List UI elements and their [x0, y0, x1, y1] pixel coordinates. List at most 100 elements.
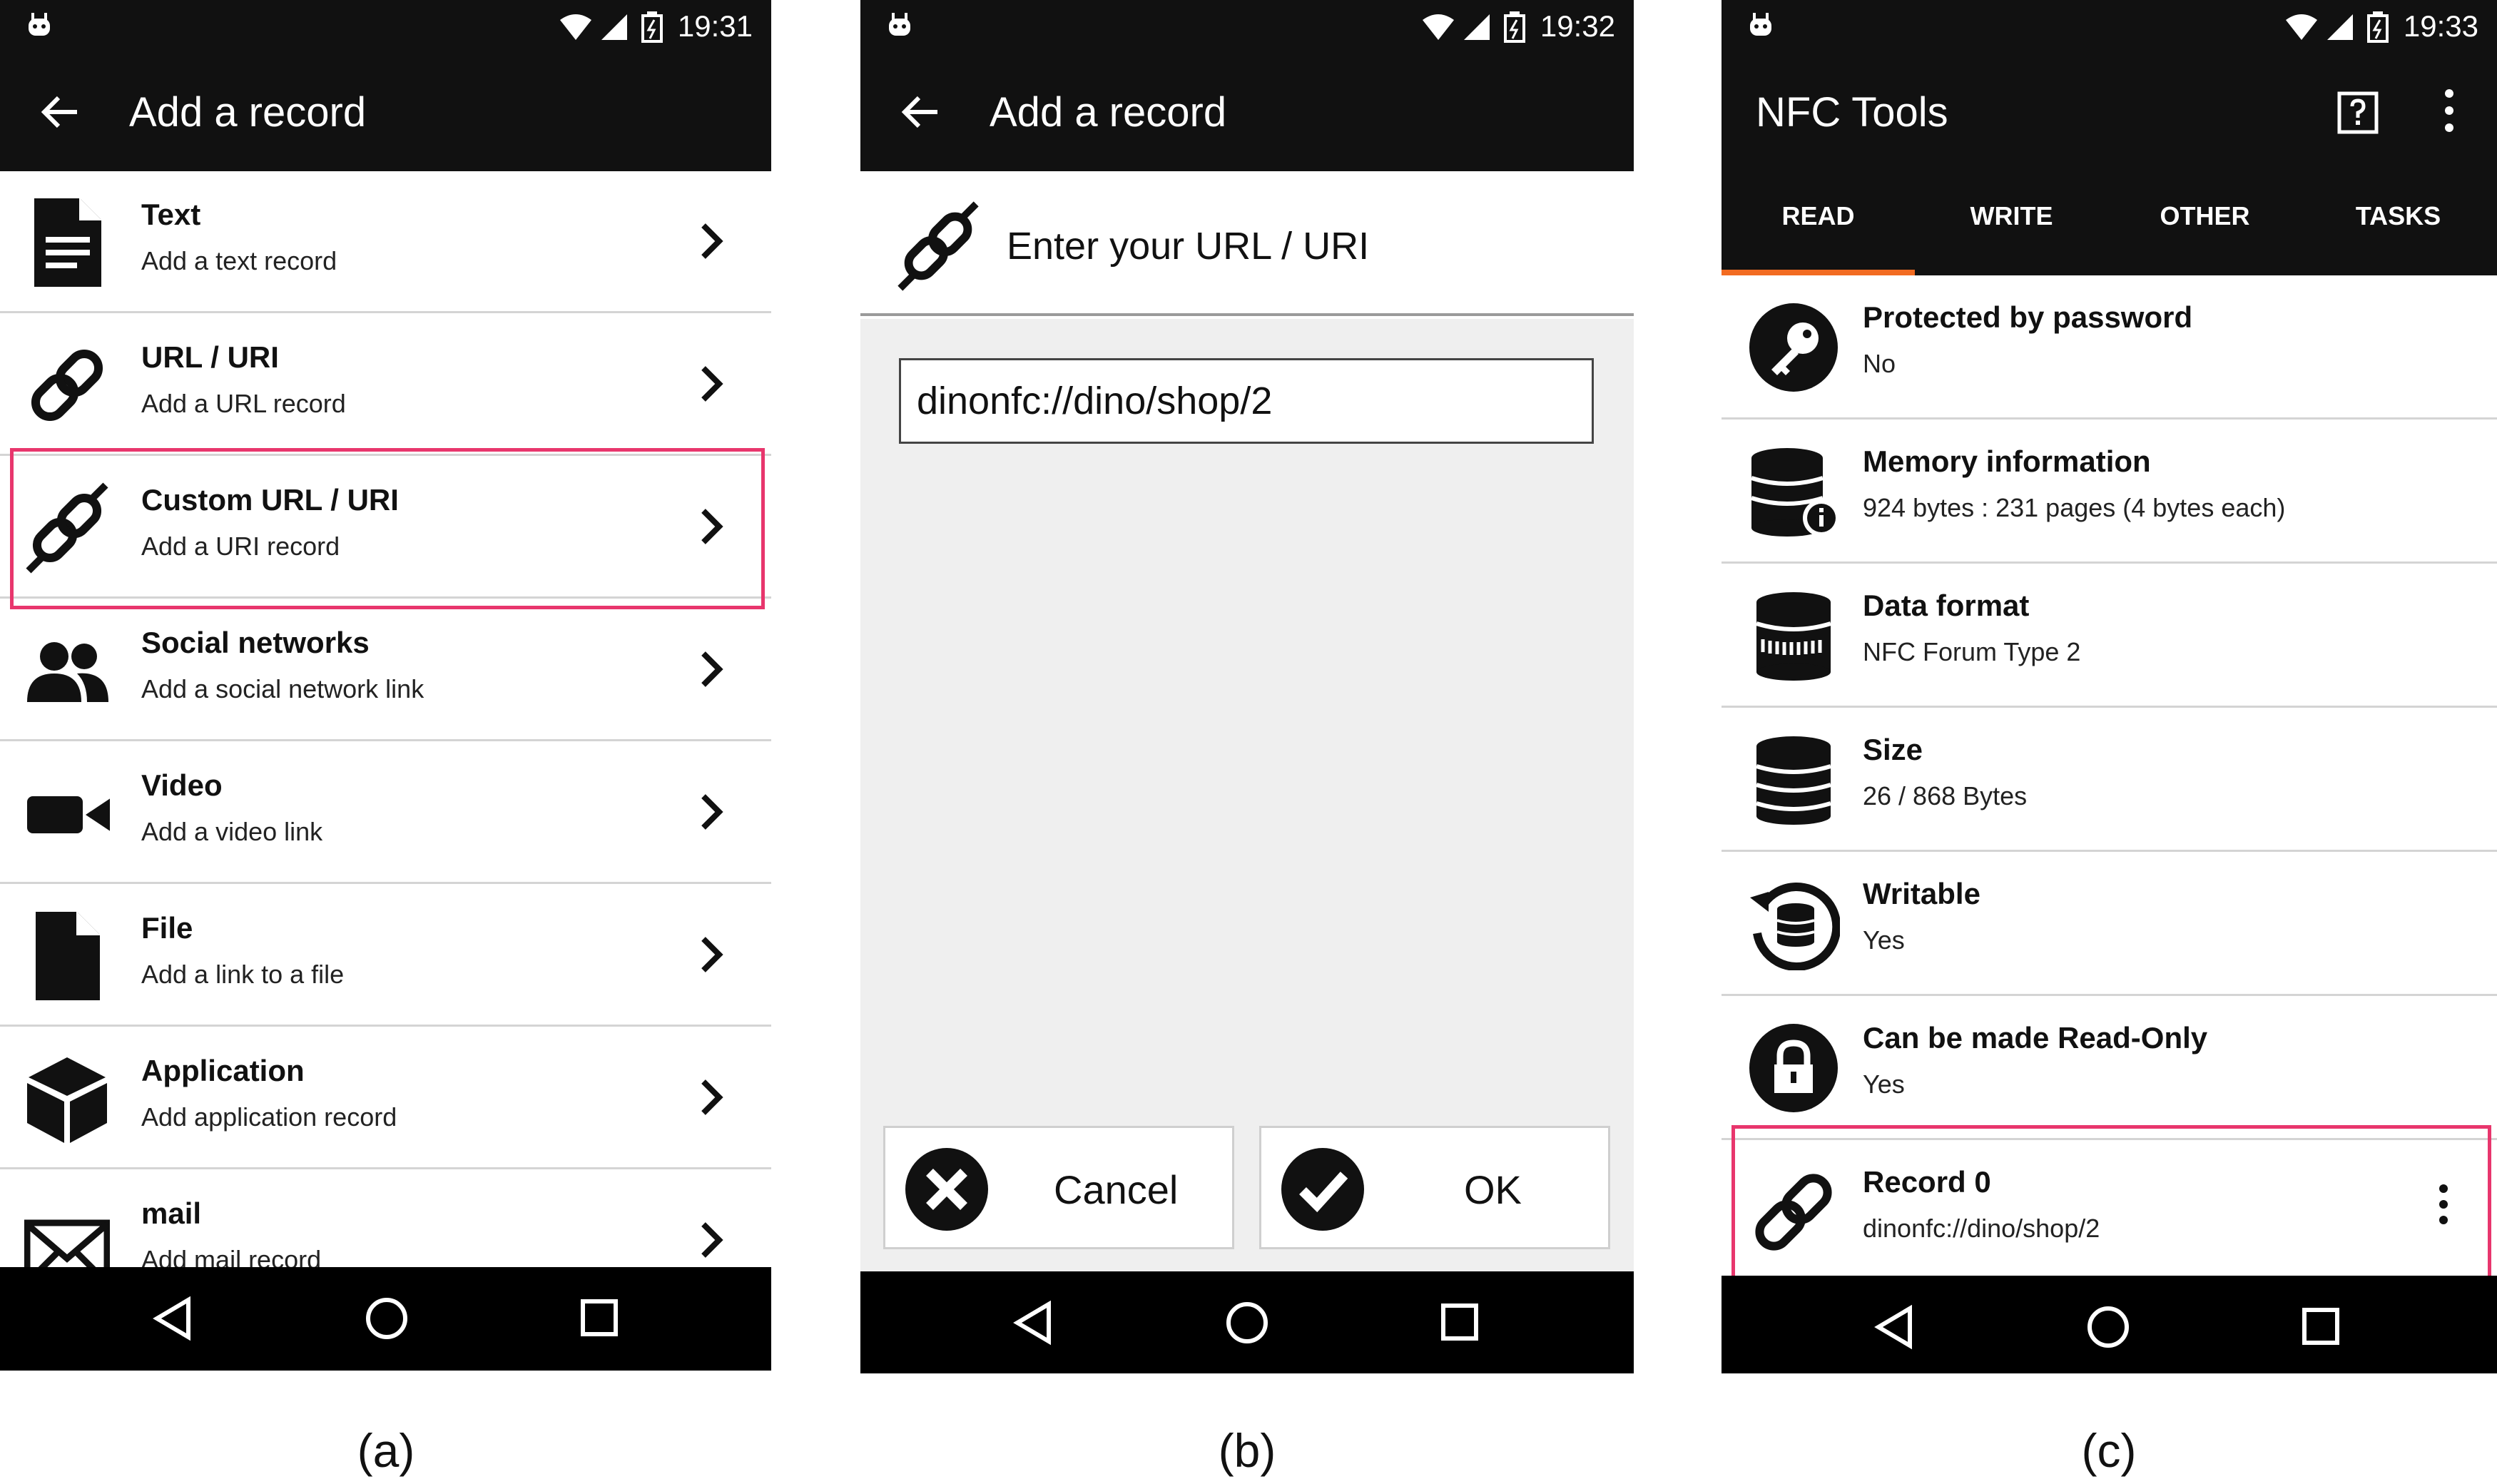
android-nav-bar: [0, 1267, 771, 1371]
back-arrow-icon[interactable]: [899, 91, 942, 133]
info-size: Size 26 / 868 Bytes: [1722, 708, 2497, 852]
info-title: Size: [1863, 733, 1923, 766]
database-icon: [1756, 736, 1831, 825]
clock: 19:32: [1540, 9, 1615, 43]
caption-c: (c): [2081, 1424, 2137, 1477]
chevron-right-icon: [701, 1222, 723, 1258]
info-value: 26 / 868 Bytes: [1863, 781, 2028, 810]
wifi-signal-battery-icon: [1423, 11, 1525, 43]
page-title: Add a record: [990, 89, 1227, 136]
key-icon: [1749, 303, 1838, 392]
tab-bar: READ WRITE OTHER TASKS: [1722, 171, 2497, 275]
app-bar: NFC Tools: [1722, 55, 2497, 171]
info-value: 924 bytes : 231 pages (4 bytes each): [1863, 493, 2286, 522]
broken-link-icon: [897, 201, 979, 291]
list-item-subtitle: Add a video link: [141, 817, 323, 846]
lock-icon: [1749, 1024, 1838, 1112]
highlight-box: [10, 448, 765, 609]
database-info-icon: [1751, 448, 1840, 537]
cancel-x-icon: [905, 1148, 988, 1231]
list-item-subtitle: Add a link to a file: [141, 960, 345, 989]
tab-write[interactable]: WRITE: [1915, 171, 2108, 275]
database-format-icon: [1756, 592, 1831, 681]
overflow-menu-icon[interactable]: [2442, 88, 2456, 133]
url-input[interactable]: [899, 358, 1594, 444]
info-title: Data format: [1863, 589, 2030, 622]
info-value: No: [1863, 349, 1896, 378]
nav-home-icon[interactable]: [2085, 1304, 2131, 1350]
list-item-subtitle: Add a URL record: [141, 389, 346, 418]
clock: 19:33: [2403, 9, 2478, 43]
list-item-title: mail: [141, 1196, 202, 1230]
panel-b-enter-url: 19:32 Add a record Enter your URL / URI …: [860, 0, 1634, 1373]
nav-back-icon[interactable]: [151, 1296, 194, 1341]
list-item-subtitle: Add application record: [141, 1102, 397, 1132]
info-value: Yes: [1863, 1069, 1905, 1099]
nav-home-icon[interactable]: [1224, 1300, 1270, 1346]
status-bar: 19:31: [0, 0, 771, 55]
back-arrow-icon[interactable]: [39, 91, 81, 133]
wifi-signal-battery-icon: [2286, 11, 2389, 43]
info-title: Protected by password: [1863, 300, 2193, 334]
nav-back-icon[interactable]: [1012, 1300, 1054, 1346]
record-type-text[interactable]: Text Add a text record: [0, 171, 771, 313]
url-prompt-header: Enter your URL / URI: [860, 171, 1634, 316]
info-writable: Writable Yes: [1722, 852, 2497, 996]
android-robot-icon: [889, 13, 910, 36]
info-title: Writable: [1863, 877, 1980, 910]
list-item-title: Video: [141, 768, 223, 802]
info-protected-by-password: Protected by password No: [1722, 275, 2497, 420]
cancel-button[interactable]: Cancel: [883, 1126, 1234, 1249]
status-bar: 19:33: [1722, 0, 2497, 55]
nav-home-icon[interactable]: [364, 1296, 410, 1341]
record-type-url[interactable]: URL / URI Add a URL record: [0, 314, 771, 456]
record-type-video[interactable]: Video Add a video link: [0, 742, 771, 884]
chevron-right-icon: [701, 651, 723, 687]
status-bar: 19:32: [860, 0, 1634, 55]
nav-recents-icon[interactable]: [1440, 1300, 1480, 1346]
info-data-format: Data format NFC Forum Type 2: [1722, 564, 2497, 708]
help-icon[interactable]: [2336, 91, 2379, 135]
tab-other[interactable]: OTHER: [2108, 171, 2302, 275]
ok-label: OK: [1464, 1167, 1522, 1212]
people-icon: [27, 642, 108, 702]
app-bar: Add a record: [860, 55, 1634, 171]
panel-a-add-record-list: 19:31 Add a record Text Add a text recor…: [0, 0, 771, 1373]
chevron-right-icon: [701, 223, 723, 259]
url-prompt-label: Enter your URL / URI: [1007, 225, 1370, 268]
ok-button[interactable]: OK: [1259, 1126, 1610, 1249]
chevron-right-icon: [701, 1079, 723, 1115]
list-item-title: File: [141, 911, 193, 945]
file-icon: [36, 912, 100, 1000]
text-document-icon: [34, 198, 101, 287]
database-refresh-icon: [1750, 883, 1840, 970]
android-nav-bar: [860, 1271, 1634, 1373]
info-value: NFC Forum Type 2: [1863, 637, 2081, 666]
info-value: Yes: [1863, 925, 1905, 955]
checkmark-icon: [1281, 1148, 1364, 1231]
nav-recents-icon[interactable]: [2301, 1304, 2341, 1350]
chevron-right-icon: [701, 937, 723, 972]
nav-back-icon[interactable]: [1873, 1304, 1916, 1350]
android-robot-icon: [29, 13, 50, 36]
android-robot-icon: [1750, 13, 1771, 36]
tab-read[interactable]: READ: [1722, 171, 1915, 275]
panel-c-nfc-tools-read: 19:33 NFC Tools READ WRITE OTHER TASKS P…: [1722, 0, 2497, 1373]
nav-recents-icon[interactable]: [579, 1296, 619, 1341]
list-item-title: Application: [141, 1054, 305, 1087]
record-type-social[interactable]: Social networks Add a social network lin…: [0, 599, 771, 741]
chevron-right-icon: [701, 794, 723, 830]
record-type-file[interactable]: File Add a link to a file: [0, 885, 771, 1027]
list-item-subtitle: Add a text record: [141, 246, 337, 275]
info-title: Memory information: [1863, 444, 2151, 478]
list-item-title: URL / URI: [141, 340, 279, 374]
info-memory-information: Memory information 924 bytes : 231 pages…: [1722, 420, 2497, 564]
tab-tasks[interactable]: TASKS: [2302, 171, 2495, 275]
caption-b: (b): [1218, 1424, 1276, 1477]
video-camera-icon: [27, 796, 110, 833]
list-item-title: Social networks: [141, 626, 370, 659]
list-item-subtitle: Add a social network link: [141, 674, 424, 703]
app-title: NFC Tools: [1756, 89, 1948, 136]
cancel-label: Cancel: [1054, 1167, 1179, 1212]
record-type-application[interactable]: Application Add application record: [0, 1027, 771, 1169]
